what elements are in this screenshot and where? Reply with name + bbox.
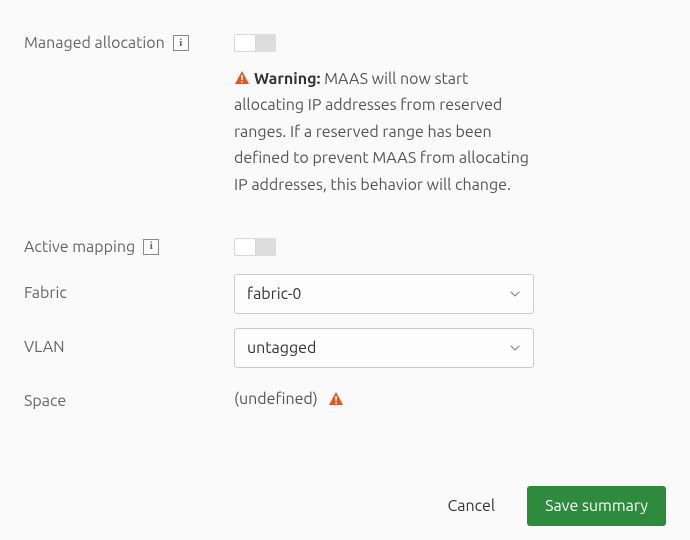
form-actions: Cancel Save summary: [0, 486, 690, 526]
space-value: (undefined): [234, 390, 318, 408]
warning-text: MAAS will now start allocating IP addres…: [234, 70, 529, 194]
active-mapping-label: Active mapping: [24, 238, 135, 256]
managed-allocation-label: Managed allocation: [24, 34, 165, 52]
fabric-select-value: fabric-0: [247, 285, 301, 303]
chevron-down-icon: [509, 288, 521, 300]
space-row: Space (undefined): [24, 382, 666, 410]
fabric-row: Fabric fabric-0: [24, 274, 666, 314]
cancel-button[interactable]: Cancel: [429, 486, 513, 526]
vlan-select[interactable]: untagged: [234, 328, 534, 368]
active-mapping-toggle[interactable]: [234, 238, 276, 256]
subnet-summary-form: Managed allocation i Warning: MAAS will …: [0, 0, 690, 444]
managed-allocation-toggle[interactable]: [234, 34, 276, 52]
toggle-knob: [235, 35, 255, 51]
managed-allocation-row: Managed allocation i Warning: MAAS will …: [24, 28, 666, 222]
active-mapping-control: [234, 232, 534, 256]
save-summary-button[interactable]: Save summary: [527, 486, 666, 526]
space-value-group: (undefined): [234, 382, 534, 408]
vlan-label: VLAN: [24, 338, 65, 356]
vlan-select-value: untagged: [247, 339, 316, 357]
managed-allocation-warning: Warning: MAAS will now start allocating …: [234, 66, 534, 198]
vlan-row: VLAN untagged: [24, 328, 666, 368]
space-label: Space: [24, 392, 66, 410]
info-icon[interactable]: i: [143, 239, 159, 255]
active-mapping-label-group: Active mapping i: [24, 232, 234, 256]
managed-allocation-label-group: Managed allocation i: [24, 28, 234, 52]
toggle-knob: [235, 239, 255, 255]
warning-icon: [328, 391, 344, 407]
info-icon[interactable]: i: [173, 35, 189, 51]
fabric-label-group: Fabric: [24, 274, 234, 302]
space-label-group: Space: [24, 382, 234, 410]
chevron-down-icon: [509, 342, 521, 354]
warning-icon: [234, 70, 250, 86]
active-mapping-row: Active mapping i: [24, 232, 666, 256]
fabric-select[interactable]: fabric-0: [234, 274, 534, 314]
vlan-label-group: VLAN: [24, 328, 234, 356]
fabric-label: Fabric: [24, 284, 67, 302]
warning-label: Warning:: [254, 70, 320, 88]
managed-allocation-control: Warning: MAAS will now start allocating …: [234, 28, 534, 222]
